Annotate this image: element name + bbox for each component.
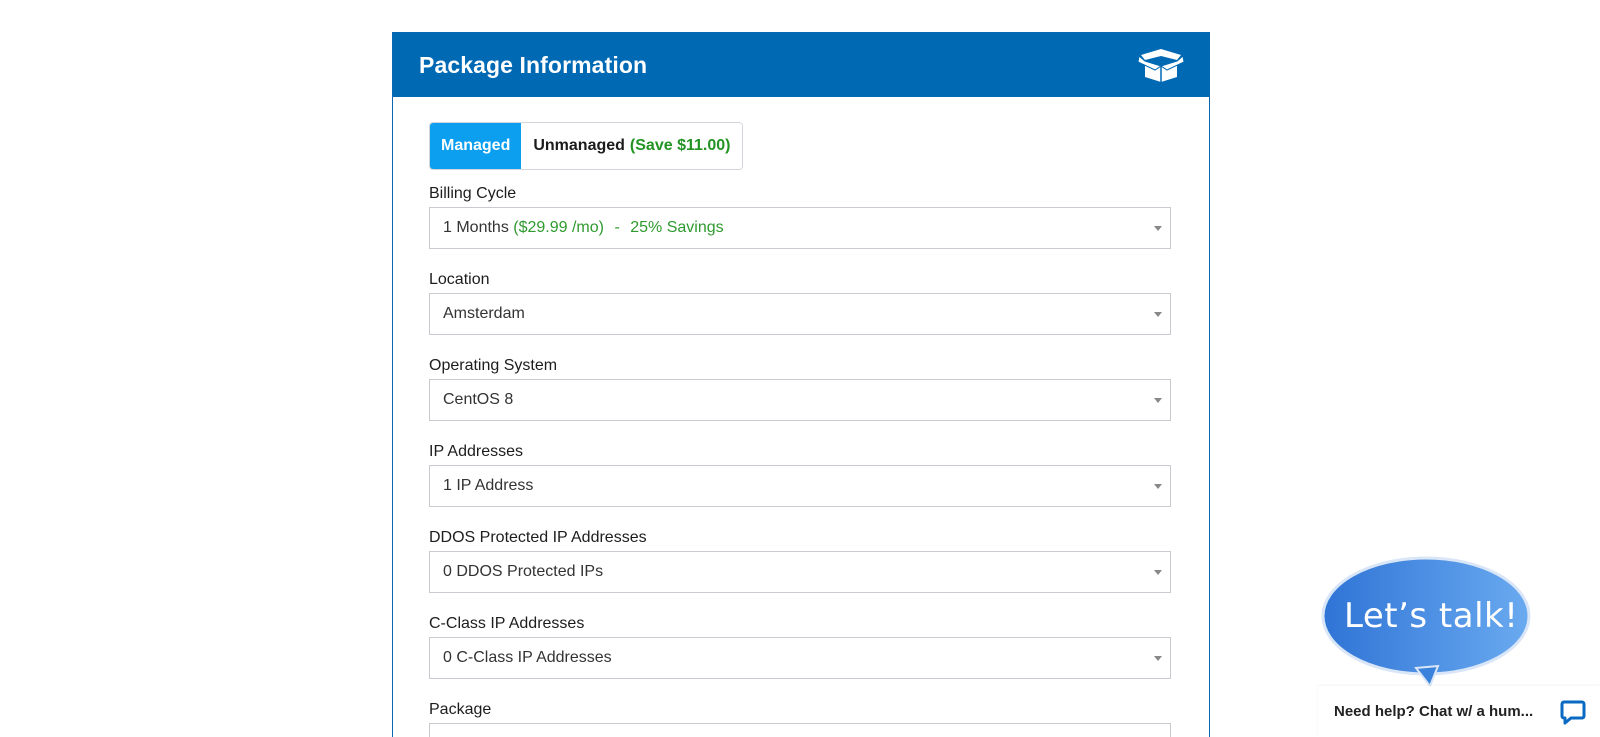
unmanaged-option-button[interactable]: Unmanaged (Save $11.00) [521,123,743,169]
chat-bubble-icon[interactable] [1560,699,1586,725]
location-select[interactable]: Amsterdam [429,293,1171,335]
package-label: Package [429,701,492,718]
open-box-icon [1137,49,1185,82]
billing-cycle-field: Billing Cycle 1 Months ($29.99 /mo) - 25… [429,183,1171,249]
chevron-down-icon [1154,312,1162,317]
unmanaged-save-note: (Save $11.00) [629,137,731,154]
billing-cycle-term: 1 Months [443,219,509,236]
chevron-down-icon [1154,656,1162,661]
chat-bubble-text[interactable]: Let’s talk! [1344,596,1518,636]
package-select[interactable] [429,723,1171,737]
billing-cycle-price: ($29.99 /mo) [513,219,604,236]
billing-cycle-savings: 25% Savings [630,219,724,236]
unmanaged-option-label: Unmanaged [533,137,625,154]
chevron-down-icon [1154,226,1162,231]
panel-title: Package Information [419,51,648,78]
chat-widget[interactable]: Let’s talk! Need help? Chat w/ a hum... [1318,552,1600,737]
cclass-ips-field: C-Class IP Addresses 0 C-Class IP Addres… [429,613,1171,679]
billing-cycle-label: Billing Cycle [429,185,517,202]
billing-cycle-select[interactable]: 1 Months ($29.99 /mo) - 25% Savings [429,207,1171,249]
cclass-ips-value: 0 C-Class IP Addresses [443,649,612,666]
operating-system-select[interactable]: CentOS 8 [429,379,1171,421]
chevron-down-icon [1154,484,1162,489]
package-information-panel: Package Information Managed Unmanaged (S… [392,32,1210,737]
management-toggle: Managed Unmanaged (Save $11.00) [429,122,744,170]
chat-bar[interactable]: Need help? Chat w/ a hum... [1318,686,1600,737]
managed-option-label: Managed [441,137,511,154]
operating-system-value: CentOS 8 [443,391,514,408]
billing-cycle-value: 1 Months ($29.99 /mo) - 25% Savings [443,219,724,237]
ddos-ips-label: DDOS Protected IP Addresses [429,529,647,546]
chevron-down-icon [1154,570,1162,575]
operating-system-label: Operating System [429,357,558,374]
managed-option-button[interactable]: Managed [430,123,522,169]
chevron-down-icon [1154,398,1162,403]
ip-addresses-field: IP Addresses 1 IP Address [429,441,1171,507]
location-value: Amsterdam [443,305,525,322]
ip-addresses-select[interactable]: 1 IP Address [429,465,1171,507]
chat-bar-text: Need help? Chat w/ a hum... [1334,703,1534,720]
panel-header: Package Information [393,33,1209,97]
ip-addresses-value: 1 IP Address [443,477,534,494]
billing-cycle-separator: - [614,219,620,236]
ip-addresses-label: IP Addresses [429,443,523,460]
cclass-ips-select[interactable]: 0 C-Class IP Addresses [429,637,1171,679]
location-field: Location Amsterdam [429,269,1171,335]
ddos-ips-select[interactable]: 0 DDOS Protected IPs [429,551,1171,593]
location-label: Location [429,271,490,288]
package-field: Package [429,699,1171,737]
cclass-ips-label: C-Class IP Addresses [429,615,585,632]
ddos-ips-value: 0 DDOS Protected IPs [443,563,604,580]
ddos-ips-field: DDOS Protected IP Addresses 0 DDOS Prote… [429,527,1171,593]
operating-system-field: Operating System CentOS 8 [429,355,1171,421]
